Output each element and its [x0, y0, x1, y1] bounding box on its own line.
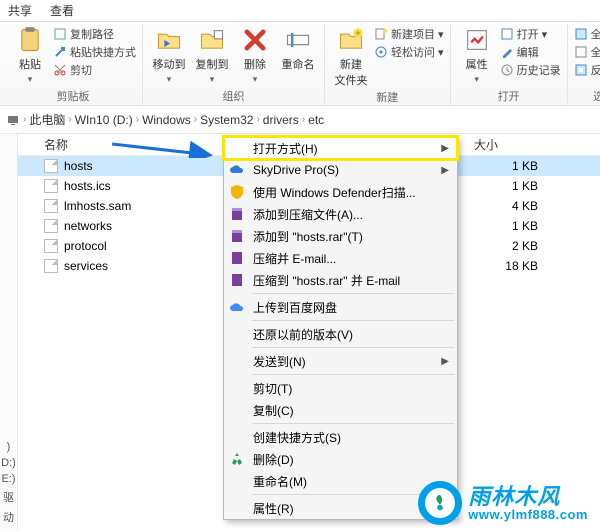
crumb-drive[interactable]: WIn10 (D:) [75, 113, 133, 127]
ctx-zip-rar-email[interactable]: 压缩到 "hosts.rar" 并 E-mail [224, 269, 457, 291]
crumb-drivers[interactable]: drivers [263, 113, 299, 127]
easy-access-button[interactable]: 轻松访问 ▾ [374, 44, 444, 60]
paste-shortcut-button[interactable]: 粘贴快捷方式 [53, 44, 136, 60]
rename-button[interactable]: 重命名 [278, 26, 318, 72]
ctx-baidu-upload[interactable]: 上传到百度网盘 [224, 296, 457, 318]
ribbon-group-select: 全部选择 全部取消 反向选择 选择 [568, 24, 600, 105]
watermark-logo [418, 481, 462, 525]
easy-access-icon [374, 45, 388, 59]
context-menu: 打开方式(H)▶ SkyDrive Pro(S)▶ 使用 Windows Def… [223, 136, 458, 520]
file-icon [44, 199, 58, 213]
file-icon [44, 259, 58, 273]
new-item-icon [374, 27, 388, 41]
group-label-organize: 组织 [223, 88, 245, 104]
ribbon-group-clipboard: 粘贴 ▾ 复制路径 粘贴快捷方式 剪切 剪贴板 [4, 24, 143, 105]
ctx-defender[interactable]: 使用 Windows Defender扫描... [224, 181, 457, 203]
watermark: 雨林木风 www.ylmf888.com [418, 481, 588, 525]
shield-icon [229, 184, 245, 200]
history-icon [500, 63, 514, 77]
cloud-up-icon [229, 299, 245, 315]
history-button[interactable]: 历史记录 [500, 62, 561, 78]
file-icon [44, 219, 58, 233]
copy-to-button[interactable]: 复制到▾ [192, 26, 232, 85]
group-label-new: 新建 [376, 89, 398, 105]
breadcrumb[interactable]: › 此电脑› WIn10 (D:)› Windows› System32› dr… [0, 106, 600, 134]
group-label-open: 打开 [498, 88, 520, 104]
archive-icon [229, 272, 245, 288]
new-folder-button[interactable]: 新建 文件夹 [331, 26, 371, 88]
archive-icon [229, 228, 245, 244]
ctx-send-to[interactable]: 发送到(N)▶ [224, 350, 457, 372]
copy-path-icon [53, 27, 67, 41]
tab-share[interactable]: 共享 [8, 2, 32, 19]
crumb-system32[interactable]: System32 [200, 113, 253, 127]
copy-to-icon [198, 26, 226, 54]
ribbon-tab-bar: 共享 查看 [0, 0, 600, 22]
file-icon [44, 239, 58, 253]
crumb-etc[interactable]: etc [308, 113, 324, 127]
recycle-icon [229, 451, 245, 467]
open-button[interactable]: 打开 ▾ [500, 26, 561, 42]
crumb-pc[interactable]: 此电脑 [29, 111, 65, 128]
file-list-area: 名称 修改日期 类型 大小 hosts 2015-8-26 19:24 文件 1… [18, 134, 600, 531]
ribbon-group-new: 新建 文件夹 新建项目 ▾ 轻松访问 ▾ 新建 [325, 24, 451, 105]
crumb-windows[interactable]: Windows [142, 113, 191, 127]
paste-label: 粘贴 [19, 56, 41, 72]
paste-icon [16, 26, 44, 54]
properties-icon [463, 26, 491, 54]
ctx-add-zip[interactable]: 添加到压缩文件(A)... [224, 203, 457, 225]
select-none-button[interactable]: 全部取消 [574, 44, 600, 60]
ctx-restore-prev[interactable]: 还原以前的版本(V) [224, 323, 457, 345]
new-folder-icon [337, 26, 365, 54]
move-to-button[interactable]: 移动到▾ [149, 26, 189, 85]
nav-tree[interactable]: ) D:) E:) 驱 动 [0, 134, 18, 531]
col-size[interactable]: 大小 [474, 136, 554, 153]
ctx-copy[interactable]: 复制(C) [224, 399, 457, 421]
invert-icon [574, 63, 588, 77]
group-label-clipboard: 剪贴板 [57, 88, 90, 104]
cloud-icon [229, 162, 245, 178]
paste-shortcut-icon [53, 45, 67, 59]
watermark-url: www.ylmf888.com [468, 508, 588, 521]
delete-icon [241, 26, 269, 54]
invert-selection-button[interactable]: 反向选择 [574, 62, 600, 78]
delete-button[interactable]: 删除▾ [235, 26, 275, 85]
group-label-select: 选择 [593, 88, 600, 104]
move-to-icon [155, 26, 183, 54]
paste-button[interactable]: 粘贴 ▾ [10, 26, 50, 85]
archive-icon [229, 206, 245, 222]
file-icon [44, 159, 58, 173]
pc-icon [6, 113, 20, 127]
watermark-title: 雨林木风 [468, 486, 588, 508]
ribbon: 粘贴 ▾ 复制路径 粘贴快捷方式 剪切 剪贴板 [0, 22, 600, 106]
edit-icon [500, 45, 514, 59]
ctx-add-rar[interactable]: 添加到 "hosts.rar"(T) [224, 225, 457, 247]
ctx-delete[interactable]: 删除(D) [224, 448, 457, 470]
edit-button[interactable]: 编辑 [500, 44, 561, 60]
rename-icon [284, 26, 312, 54]
col-name[interactable]: 名称 [44, 136, 244, 153]
new-item-button[interactable]: 新建项目 ▾ [374, 26, 444, 42]
select-none-icon [574, 45, 588, 59]
properties-button[interactable]: 属性▾ [457, 26, 497, 85]
select-all-button[interactable]: 全部选择 [574, 26, 600, 42]
ctx-skydrive[interactable]: SkyDrive Pro(S)▶ [224, 159, 457, 181]
ribbon-group-organize: 移动到▾ 复制到▾ 删除▾ 重命名 组织 [143, 24, 325, 105]
file-icon [44, 179, 58, 193]
select-all-icon [574, 27, 588, 41]
open-icon [500, 27, 514, 41]
scissors-icon [53, 63, 67, 77]
ctx-open-with[interactable]: 打开方式(H)▶ [224, 137, 457, 159]
ctx-create-shortcut[interactable]: 创建快捷方式(S) [224, 426, 457, 448]
tab-view[interactable]: 查看 [50, 2, 74, 19]
cut-button[interactable]: 剪切 [53, 62, 136, 78]
ribbon-group-open: 属性▾ 打开 ▾ 编辑 历史记录 打开 [451, 24, 568, 105]
copy-path-button[interactable]: 复制路径 [53, 26, 136, 42]
ctx-cut[interactable]: 剪切(T) [224, 377, 457, 399]
ctx-zip-email[interactable]: 压缩并 E-mail... [224, 247, 457, 269]
archive-icon [229, 250, 245, 266]
